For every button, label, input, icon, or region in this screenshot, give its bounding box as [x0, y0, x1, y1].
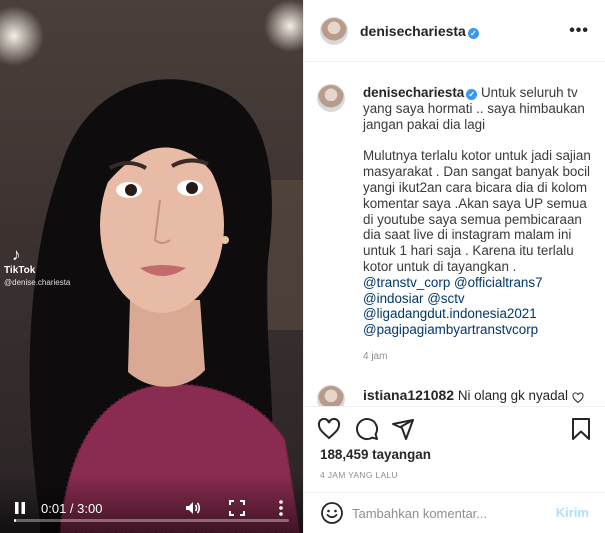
comment-input[interactable]: [352, 501, 552, 525]
more-options-icon[interactable]: •••: [569, 22, 589, 40]
avatar[interactable]: [317, 84, 345, 112]
tiktok-brand: TikTok: [4, 265, 36, 276]
heart-icon[interactable]: [317, 417, 341, 441]
video-progress-bar[interactable]: [14, 519, 289, 522]
pause-icon[interactable]: [12, 500, 28, 516]
avatar[interactable]: [320, 17, 348, 45]
caption-time-ago: 4 jam: [363, 351, 388, 362]
tiktok-handle: @denise.chariesta: [4, 278, 71, 287]
video-player[interactable]: ♪ TikTok @denise.chariesta 0:01 / 3:00: [0, 0, 303, 533]
video-progress-fill: [14, 519, 16, 522]
view-count[interactable]: 188,459 tayangan: [320, 447, 431, 462]
comments-list[interactable]: denisechariesta ✓ Untuk seluruh tv yang s…: [304, 63, 605, 406]
post-comment-button[interactable]: Kirim: [556, 505, 589, 520]
caption-body-text: Mulutnya terlalu kotor untuk jadi sajian…: [363, 148, 591, 274]
volume-icon[interactable]: [184, 499, 202, 517]
post-actions: 188,459 tayangan 4 JAM YANG LALU: [304, 406, 605, 492]
video-controls: 0:01 / 3:00: [0, 473, 303, 533]
tiktok-watermark: ♪ TikTok @denise.chariesta: [4, 245, 71, 288]
comment-icon[interactable]: [355, 417, 379, 441]
bookmark-icon[interactable]: [569, 417, 593, 441]
post-header: denisechariesta ✓ •••: [304, 0, 605, 62]
post-timestamp[interactable]: 4 JAM YANG LALU: [320, 470, 398, 480]
mention-link[interactable]: @transtv_corp @officialtrans7: [363, 275, 591, 291]
comment-text: istiana121082 Ni olang gk nyadal: [363, 387, 568, 403]
comment-username[interactable]: istiana121082: [363, 387, 454, 403]
video-time: 0:01 / 3:00: [41, 501, 103, 516]
emoji-icon[interactable]: [320, 501, 344, 525]
post-panel: denisechariesta ✓ ••• denisechariesta ✓ Un…: [303, 0, 605, 533]
avatar[interactable]: [317, 385, 345, 406]
add-comment-bar: Kirim: [304, 492, 605, 533]
caption-body: denisechariesta ✓ Untuk seluruh tv yang s…: [363, 85, 591, 338]
tiktok-logo-icon: ♪: [12, 245, 21, 264]
verified-badge-icon: ✓: [466, 89, 478, 100]
mention-link[interactable]: @pagipagiambyartranstvcorp: [363, 322, 591, 338]
caption-username[interactable]: denisechariesta ✓: [363, 85, 478, 100]
mention-link[interactable]: @ligadangdut.indonesia2021: [363, 306, 591, 322]
heart-icon[interactable]: [572, 392, 584, 404]
header-username[interactable]: denisechariesta ✓: [360, 23, 479, 39]
more-options-icon[interactable]: [272, 499, 290, 517]
share-icon[interactable]: [391, 417, 415, 441]
verified-badge-icon: ✓: [467, 28, 479, 39]
fullscreen-icon[interactable]: [229, 500, 245, 516]
mention-link[interactable]: @indosiar @sctv: [363, 291, 591, 307]
